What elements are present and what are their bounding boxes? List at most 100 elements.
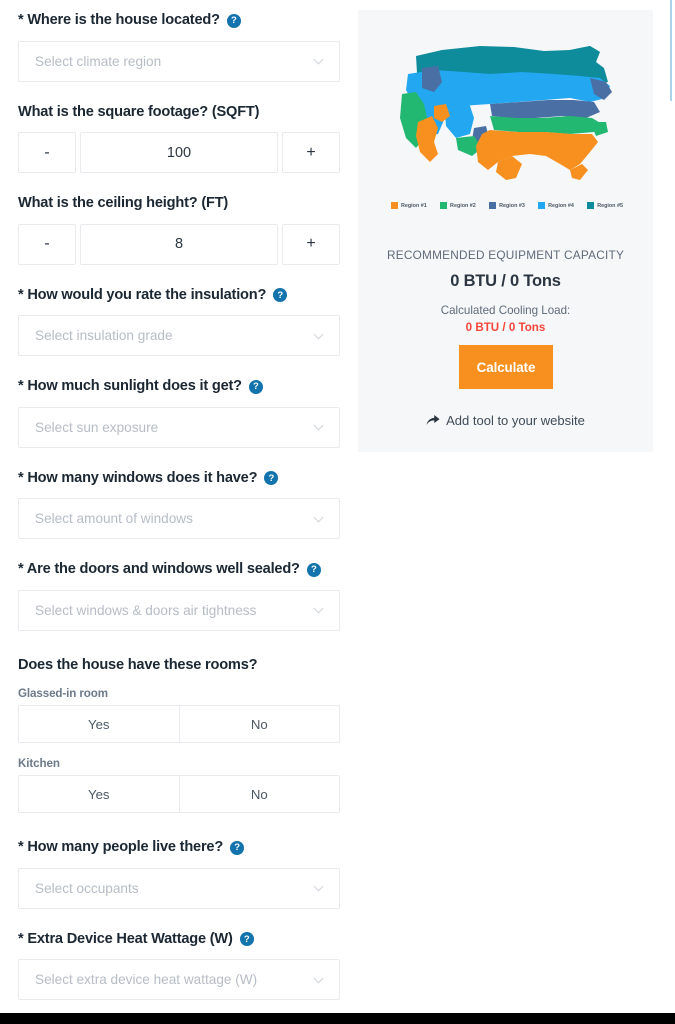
legend-label: Region #2 — [450, 202, 476, 209]
label-occupants: * How many people live there? ? — [18, 839, 340, 857]
label-text: What is the ceiling height? (FT) — [18, 195, 229, 211]
legend-label: Region #4 — [548, 202, 574, 209]
square-footage-input[interactable]: 100 — [80, 132, 278, 173]
cooling-load-label: Calculated Cooling Load: — [440, 304, 571, 317]
legend-swatch — [391, 202, 398, 209]
label-text: * Where is the house located? — [18, 12, 220, 28]
ceiling-height-input[interactable]: 8 — [80, 223, 278, 265]
chevron-down-icon — [315, 422, 324, 431]
field-climate-region: * Where is the house located? ? Select c… — [18, 12, 340, 82]
label-extra-device-wattage: * Extra Device Heat Wattage (W) ? — [18, 931, 340, 949]
help-icon[interactable]: ? — [230, 840, 245, 855]
select-insulation-grade[interactable]: Select insulation grade — [18, 315, 340, 356]
chevron-down-icon — [315, 883, 324, 892]
increment-button[interactable]: + — [282, 223, 340, 265]
select-windows-amount[interactable]: Select amount of windows — [18, 498, 340, 539]
label-climate-region: * Where is the house located? ? — [18, 12, 340, 30]
select-climate-region[interactable]: Select climate region — [18, 40, 340, 82]
select-placeholder: Select amount of windows — [35, 511, 193, 526]
room-label: Kitchen — [18, 757, 60, 770]
add-tool-label: Add tool to your website — [446, 413, 585, 428]
field-occupants: * How many people live there? ? Select o… — [18, 839, 340, 909]
stepper-square-footage: - 100 + — [18, 132, 340, 173]
label-text: * How many people live there? — [18, 839, 224, 855]
legend-item: Region #4 — [538, 202, 574, 209]
legend-item: Region #2 — [440, 202, 476, 209]
help-icon[interactable]: ? — [248, 379, 263, 394]
label-text: Does the house have these rooms? — [18, 656, 258, 673]
label-air-tightness: * Are the doors and windows well sealed?… — [18, 561, 340, 579]
right-edge-rule — [670, 0, 672, 101]
chevron-down-icon — [315, 514, 324, 523]
toggle-kitchen: Yes No — [18, 775, 340, 813]
section-rooms: Does the house have these rooms? Glassed… — [18, 657, 340, 813]
field-square-footage: What is the square footage? (SQFT) - 100… — [18, 104, 340, 173]
field-windows-amount: * How many windows does it have? ? Selec… — [18, 470, 340, 539]
label-insulation-grade: * How would you rate the insulation? ? — [18, 287, 340, 305]
select-occupants[interactable]: Select occupants — [18, 867, 340, 909]
help-icon[interactable]: ? — [239, 932, 254, 947]
select-sun-exposure[interactable]: Select sun exposure — [18, 406, 340, 448]
field-air-tightness: * Are the doors and windows well sealed?… — [18, 561, 340, 631]
decrement-button[interactable]: - — [18, 132, 76, 173]
form-column: * Where is the house located? ? Select c… — [0, 0, 358, 1000]
chevron-down-icon — [315, 975, 324, 984]
option-yes[interactable]: Yes — [19, 706, 179, 742]
climate-region-map — [394, 38, 622, 186]
room-kitchen: Kitchen Yes No — [18, 757, 340, 813]
calculator-page: * Where is the house located? ? Select c… — [0, 0, 675, 1024]
label-text: * Extra Device Heat Wattage (W) — [18, 930, 233, 947]
legend-label: Region #5 — [597, 202, 623, 209]
label-ceiling-height: What is the ceiling height? (FT) — [18, 195, 340, 213]
select-placeholder: Select windows & doors air tightness — [35, 602, 257, 618]
increment-button[interactable]: + — [282, 132, 340, 173]
select-placeholder: Select extra device heat wattage (W) — [35, 972, 258, 987]
map-legend: Region #1 Region #2 Region #3 Region #4 … — [391, 202, 623, 209]
legend-swatch — [538, 202, 546, 209]
room-glassed-in: Glassed-in room Yes No — [18, 687, 340, 743]
field-ceiling-height: What is the ceiling height? (FT) - 8 + — [18, 195, 340, 265]
option-yes[interactable]: Yes — [19, 776, 179, 812]
label-square-footage: What is the square footage? (SQFT) — [18, 104, 340, 122]
label-text: * How much sunlight does it get? — [18, 378, 242, 394]
cooling-load-value: 0 BTU / 0 Tons — [465, 321, 546, 334]
bottom-black-bar — [0, 1013, 675, 1024]
label-text: * Are the doors and windows well sealed? — [18, 561, 300, 577]
select-placeholder: Select climate region — [35, 53, 162, 69]
option-no[interactable]: No — [178, 706, 340, 742]
chevron-down-icon — [315, 605, 324, 614]
label-windows-amount: * How many windows does it have? ? — [18, 470, 340, 488]
legend-label: Region #1 — [401, 202, 427, 209]
calculate-button[interactable]: Calculate — [459, 345, 553, 389]
label-text: * How would you rate the insulation? — [18, 286, 267, 303]
legend-item: Region #1 — [391, 202, 427, 209]
option-no[interactable]: No — [178, 776, 340, 812]
legend-swatch — [489, 202, 497, 209]
toggle-glassed-in-room: Yes No — [18, 705, 340, 743]
select-air-tightness[interactable]: Select windows & doors air tightness — [18, 589, 340, 631]
add-tool-link[interactable]: Add tool to your website — [358, 413, 653, 428]
label-sun-exposure: * How much sunlight does it get? ? — [18, 378, 340, 396]
rooms-heading: Does the house have these rooms? — [18, 657, 340, 675]
help-icon[interactable]: ? — [306, 562, 321, 577]
select-placeholder: Select occupants — [35, 880, 139, 896]
results-panel: Region #1 Region #2 Region #3 Region #4 … — [358, 10, 653, 452]
chevron-down-icon — [315, 56, 324, 65]
label-text: * How many windows does it have? — [18, 469, 258, 486]
legend-swatch — [440, 202, 448, 209]
help-icon[interactable]: ? — [264, 471, 279, 486]
field-extra-device-wattage: * Extra Device Heat Wattage (W) ? Select… — [18, 931, 340, 1000]
select-placeholder: Select insulation grade — [35, 328, 173, 343]
select-extra-device-wattage[interactable]: Select extra device heat wattage (W) — [18, 959, 340, 1000]
help-icon[interactable]: ? — [273, 288, 288, 303]
chevron-down-icon — [315, 331, 324, 340]
share-arrow-icon — [426, 414, 440, 427]
help-icon[interactable]: ? — [226, 13, 241, 28]
decrement-button[interactable]: - — [18, 223, 76, 265]
legend-item: Region #5 — [587, 202, 623, 209]
legend-item: Region #3 — [489, 202, 525, 209]
recommended-capacity-value: 0 BTU / 0 Tons — [450, 272, 561, 290]
label-text: What is the square footage? (SQFT) — [18, 103, 260, 120]
room-label: Glassed-in room — [18, 687, 108, 700]
legend-label: Region #3 — [499, 202, 525, 209]
